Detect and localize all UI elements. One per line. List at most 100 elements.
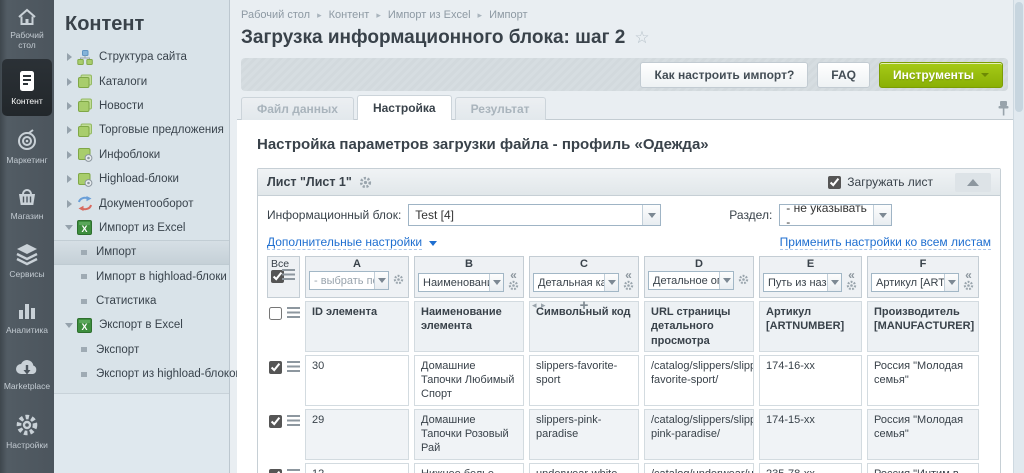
breadcrumb-link[interactable]: Контент [329, 9, 370, 21]
breadcrumb-link[interactable]: Импорт [489, 9, 527, 21]
sidebar-item-marketing[interactable]: Маркетинг [0, 118, 54, 175]
collapsed-arrow-icon[interactable] [63, 102, 75, 110]
section-select[interactable]: - не указывать - [779, 204, 892, 226]
menu-item-label: Экспорт из highload-блоков [96, 368, 242, 380]
tab-результат[interactable]: Результат [455, 97, 546, 120]
field-mapping-select-F[interactable]: Артикул [ARTNUMBE [871, 273, 959, 292]
field-mapping-select-E[interactable]: Путь из названий р [763, 273, 842, 292]
drag-handle-icon[interactable] [287, 307, 300, 318]
expanded-arrow-icon[interactable] [63, 225, 75, 230]
collapse-panel-button[interactable] [955, 173, 991, 192]
load-sheet-label: Загружать лист [847, 175, 933, 189]
table-header-cell: Артикул [ARTNUMBER] [759, 301, 862, 352]
sidebar-item-settings[interactable]: Настройки [0, 403, 54, 460]
load-sheet-checkbox[interactable] [828, 176, 841, 189]
more-settings-link[interactable]: Дополнительные настройки [267, 235, 437, 249]
iblock-select[interactable]: Test [4] [408, 204, 661, 226]
drag-handle-icon[interactable] [287, 361, 300, 372]
column-letter: E [763, 258, 858, 270]
menu-item[interactable]: XЭкспорт в Excel [54, 313, 229, 337]
how-to-setup-import-button[interactable]: Как настроить импорт? [640, 62, 808, 88]
collapsed-arrow-icon[interactable] [63, 78, 75, 86]
svg-text:X: X [81, 224, 87, 234]
iblock-form-row: Информационный блок: Test [4] Раздел: - … [267, 204, 991, 226]
sidebar-item-marketplace[interactable]: Marketplace [0, 346, 54, 403]
tab-настройка[interactable]: Настройка [357, 95, 452, 120]
menu-item[interactable]: Торговые предложения [54, 118, 229, 142]
sidebar-item-shop[interactable]: Магазин [0, 175, 54, 232]
pin-icon[interactable] [997, 100, 1010, 117]
faq-button[interactable]: FAQ [817, 62, 870, 88]
menu-item-label: Структура сайта [99, 51, 187, 63]
field-mapping-select-D[interactable]: Детальное описание [648, 271, 734, 290]
sidebar-item-analytics[interactable]: Аналитика [0, 289, 54, 346]
column-gear-icon[interactable] [393, 274, 404, 288]
sidebar-item-desktop[interactable]: Рабочий стол [0, 0, 54, 57]
row-checkbox[interactable] [269, 415, 282, 428]
page-title-text: Загрузка информационного блока: шаг 2 [241, 27, 625, 49]
menu-item[interactable]: Экспорт из highload-блоков [54, 362, 229, 386]
select-arrow-icon [873, 205, 891, 225]
menu-item[interactable]: Структура сайта [54, 45, 229, 69]
select-arrow-icon [719, 272, 733, 289]
row-checkbox[interactable] [269, 469, 282, 473]
collapsed-arrow-icon[interactable] [63, 151, 75, 159]
menu-item[interactable]: Новости [54, 94, 229, 118]
analytics-icon [15, 300, 39, 322]
table-cell: 235-78-xx [759, 463, 862, 473]
collapse-column-icon[interactable]: « [510, 271, 517, 280]
field-mapping-select-C[interactable]: Детальная картинк [533, 273, 619, 292]
breadcrumb: Рабочий стол▸Контент▸Импорт из Excel▸Имп… [231, 0, 1024, 21]
column-gear-icon[interactable] [623, 280, 634, 294]
breadcrumb-link[interactable]: Импорт из Excel [388, 9, 471, 21]
shop-icon [15, 186, 39, 208]
collapsed-arrow-icon[interactable] [63, 53, 75, 61]
apply-all-sheets-link[interactable]: Применить настройки ко всем листам [780, 235, 991, 249]
sheet-gear-icon[interactable] [359, 176, 372, 189]
row-checkbox[interactable] [269, 361, 282, 374]
column-gear-icon[interactable] [738, 274, 749, 288]
collapsed-arrow-icon[interactable] [63, 126, 75, 134]
collapsed-arrow-icon[interactable] [63, 175, 75, 183]
menu-item[interactable]: Каталоги [54, 69, 229, 93]
row-select-cell [267, 355, 300, 406]
column-gear-icon[interactable] [846, 280, 857, 294]
menu-item[interactable]: Импорт в highload-блоки [54, 265, 229, 289]
collapse-column-icon[interactable]: « [965, 271, 972, 280]
menu-item[interactable]: Документооборот [54, 191, 229, 215]
menu-item[interactable]: Инфоблоки [54, 143, 229, 167]
favorite-star-icon[interactable]: ☆ [634, 28, 649, 48]
field-mapping-select-B[interactable]: Наименование элем [418, 273, 504, 292]
menu-item[interactable]: Импорт [54, 240, 229, 264]
menu-item-label: Импорт из Excel [99, 222, 185, 234]
collapsed-arrow-icon[interactable] [63, 200, 75, 208]
drag-handle-icon[interactable] [282, 269, 295, 280]
tools-button[interactable]: Инструменты [879, 62, 1003, 88]
iblock-label: Информационный блок: [267, 208, 401, 222]
menu-item[interactable]: X Импорт из Excel [54, 216, 229, 240]
expanded-arrow-icon[interactable] [63, 323, 75, 328]
sidebar-item-label: Магазин [11, 211, 44, 221]
sidebar-item-content[interactable]: Контент [2, 59, 52, 116]
collapse-column-icon[interactable]: « [625, 271, 632, 280]
collapse-column-icon[interactable]: « [848, 271, 855, 280]
table-header-cell: ID элемента [305, 301, 409, 352]
drag-handle-icon[interactable] [287, 415, 300, 426]
breadcrumb-link[interactable]: Рабочий стол [241, 9, 310, 21]
field-mapping-select-A[interactable]: - выбрать поле - [309, 271, 389, 290]
sidebar-item-services[interactable]: Сервисы [0, 232, 54, 289]
menu-item[interactable]: Статистика [54, 289, 229, 313]
page-title: Загрузка информационного блока: шаг 2 ☆ [231, 21, 1024, 49]
menu-item[interactable]: Экспорт [54, 338, 229, 362]
column-gear-icon[interactable] [508, 280, 519, 294]
sheet-panel-body: Информационный блок: Test [4] Раздел: - … [258, 196, 1000, 473]
drag-handle-icon[interactable] [287, 469, 300, 473]
column-gear-icon[interactable] [963, 280, 974, 294]
menu-item-label: Экспорт [96, 344, 139, 356]
tab-файл-данных[interactable]: Файл данных [241, 97, 354, 120]
row-checkbox[interactable] [269, 307, 282, 320]
page-scrollbar[interactable] [1013, 0, 1024, 473]
table-cell: Россия "Молодая семья" [867, 409, 979, 460]
menu-item[interactable]: Highload-блоки [54, 167, 229, 191]
scrollbar-thumb[interactable] [1015, 2, 1023, 112]
